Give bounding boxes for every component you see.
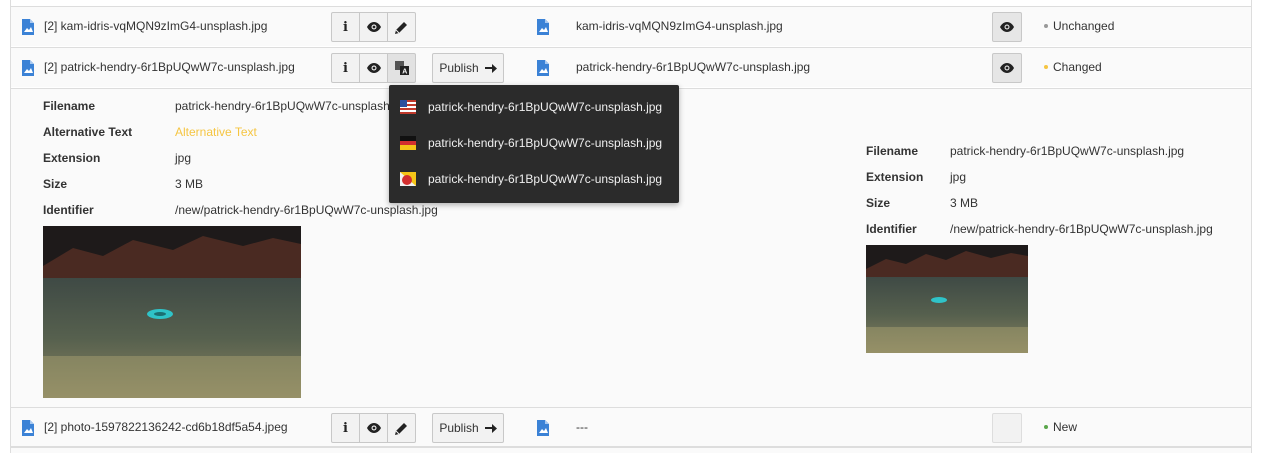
target-file-name: patrick-hendry-6r1BpUQwW7c-unsplash.jpg [576, 60, 811, 74]
file-actions: i [331, 413, 416, 443]
dropdown-item-label: patrick-hendry-6r1BpUQwW7c-unsplash.jpg [428, 100, 663, 114]
status-badge: New [1044, 420, 1077, 434]
de-flag-icon [400, 136, 416, 150]
extension-label: Extension [43, 151, 101, 165]
table-row: [2] kam-idris-vqMQN9zImG4-unsplash.jpg i… [11, 6, 1251, 46]
image-file-icon [21, 19, 35, 35]
status-badge: Unchanged [1044, 19, 1114, 33]
us-flag-icon [400, 100, 416, 114]
file-actions: i [331, 12, 416, 42]
extension-value: jpg [950, 170, 967, 184]
eye-icon [1000, 63, 1014, 73]
translation-dropdown-menu: patrick-hendry-6r1BpUQwW7c-unsplash.jpg … [389, 85, 679, 203]
info-button[interactable]: i [331, 53, 360, 83]
source-image-preview [43, 226, 301, 398]
svg-text:A: A [402, 69, 407, 75]
image-file-icon [536, 19, 550, 35]
status-dot [1044, 65, 1048, 69]
size-value: 3 MB [950, 196, 979, 210]
target-file-name: kam-idris-vqMQN9zImG4-unsplash.jpg [576, 19, 783, 33]
preview-button[interactable] [359, 12, 388, 42]
status-badge: Changed [1044, 60, 1102, 74]
status-dot [1044, 425, 1048, 429]
status-dot [1044, 24, 1048, 28]
info-icon: i [343, 420, 348, 436]
arrow-right-icon [484, 63, 497, 73]
info-button[interactable]: i [331, 12, 360, 42]
publish-label: Publish [439, 61, 479, 75]
filename-label: Filename [866, 144, 919, 158]
dropdown-item-mixed[interactable]: patrick-hendry-6r1BpUQwW7c-unsplash.jpg [389, 161, 679, 197]
info-icon: i [343, 60, 348, 76]
edit-button[interactable] [387, 12, 416, 42]
target-image-preview [866, 245, 1028, 353]
filename-value: patrick-hendry-6r1BpUQwW7c-unsplash.jpg [175, 99, 410, 113]
eye-icon [366, 423, 381, 433]
identifier-value: /new/patrick-hendry-6r1BpUQwW7c-unsplash… [175, 203, 438, 217]
alt-text-value[interactable]: Alternative Text [175, 125, 257, 139]
pencil-icon [395, 422, 407, 435]
extension-value: jpg [175, 151, 192, 165]
image-file-icon [21, 60, 35, 76]
eye-icon [366, 63, 381, 73]
size-label: Size [43, 177, 68, 191]
info-icon: i [343, 19, 348, 35]
dropdown-item-de[interactable]: patrick-hendry-6r1BpUQwW7c-unsplash.jpg [389, 125, 679, 161]
translate-button[interactable]: A [387, 53, 416, 83]
target-file-name: --- [576, 420, 588, 434]
extension-label: Extension [866, 170, 924, 184]
identifier-label: Identifier [43, 203, 94, 217]
image-file-icon [21, 420, 35, 436]
table-row: [2] photo-1597822136242-cd6b18df5a54.jpe… [11, 407, 1251, 447]
status-text: New [1053, 420, 1078, 434]
dropdown-item-label: patrick-hendry-6r1BpUQwW7c-unsplash.jpg [428, 172, 663, 186]
dropdown-item-en[interactable]: patrick-hendry-6r1BpUQwW7c-unsplash.jpg [389, 89, 679, 125]
mixed-flag-icon [400, 172, 416, 186]
preview-target-button[interactable] [992, 53, 1022, 83]
preview-button[interactable] [359, 413, 388, 443]
source-file-name: [2] kam-idris-vqMQN9zImG4-unsplash.jpg [44, 19, 268, 33]
filename-label: Filename [43, 99, 96, 113]
preview-target-button-disabled [992, 413, 1022, 443]
table-row: [2] patrick-hendry-6r1BpUQwW7c-unsplash.… [11, 47, 1251, 87]
table-row [11, 447, 1251, 453]
arrow-right-icon [484, 423, 497, 433]
pencil-icon [395, 21, 407, 34]
publish-button[interactable]: Publish [432, 53, 504, 83]
dropdown-item-label: patrick-hendry-6r1BpUQwW7c-unsplash.jpg [428, 136, 663, 150]
preview-button[interactable] [359, 53, 388, 83]
info-button[interactable]: i [331, 413, 360, 443]
publish-label: Publish [439, 421, 479, 435]
image-file-icon [536, 60, 550, 76]
eye-icon [1000, 22, 1014, 32]
size-label: Size [866, 196, 891, 210]
source-file-name: [2] patrick-hendry-6r1BpUQwW7c-unsplash.… [44, 60, 295, 74]
status-text: Unchanged [1053, 19, 1115, 33]
source-file-name: [2] photo-1597822136242-cd6b18df5a54.jpe… [44, 420, 288, 434]
identifier-label: Identifier [866, 222, 917, 236]
edit-button[interactable] [387, 413, 416, 443]
eye-icon [366, 22, 381, 32]
publish-button[interactable]: Publish [432, 413, 504, 443]
size-value: 3 MB [175, 177, 204, 191]
file-actions: i A [331, 53, 416, 83]
file-comparison-table: [2] kam-idris-vqMQN9zImG4-unsplash.jpg i… [10, 0, 1252, 453]
translate-icon: A [394, 61, 409, 75]
image-file-icon [536, 420, 550, 436]
filename-value: patrick-hendry-6r1BpUQwW7c-unsplash.jpg [950, 144, 1185, 158]
alt-text-label: Alternative Text [43, 125, 133, 139]
preview-target-button[interactable] [992, 12, 1022, 42]
identifier-value: /new/patrick-hendry-6r1BpUQwW7c-unsplash… [950, 222, 1213, 236]
status-text: Changed [1053, 60, 1102, 74]
